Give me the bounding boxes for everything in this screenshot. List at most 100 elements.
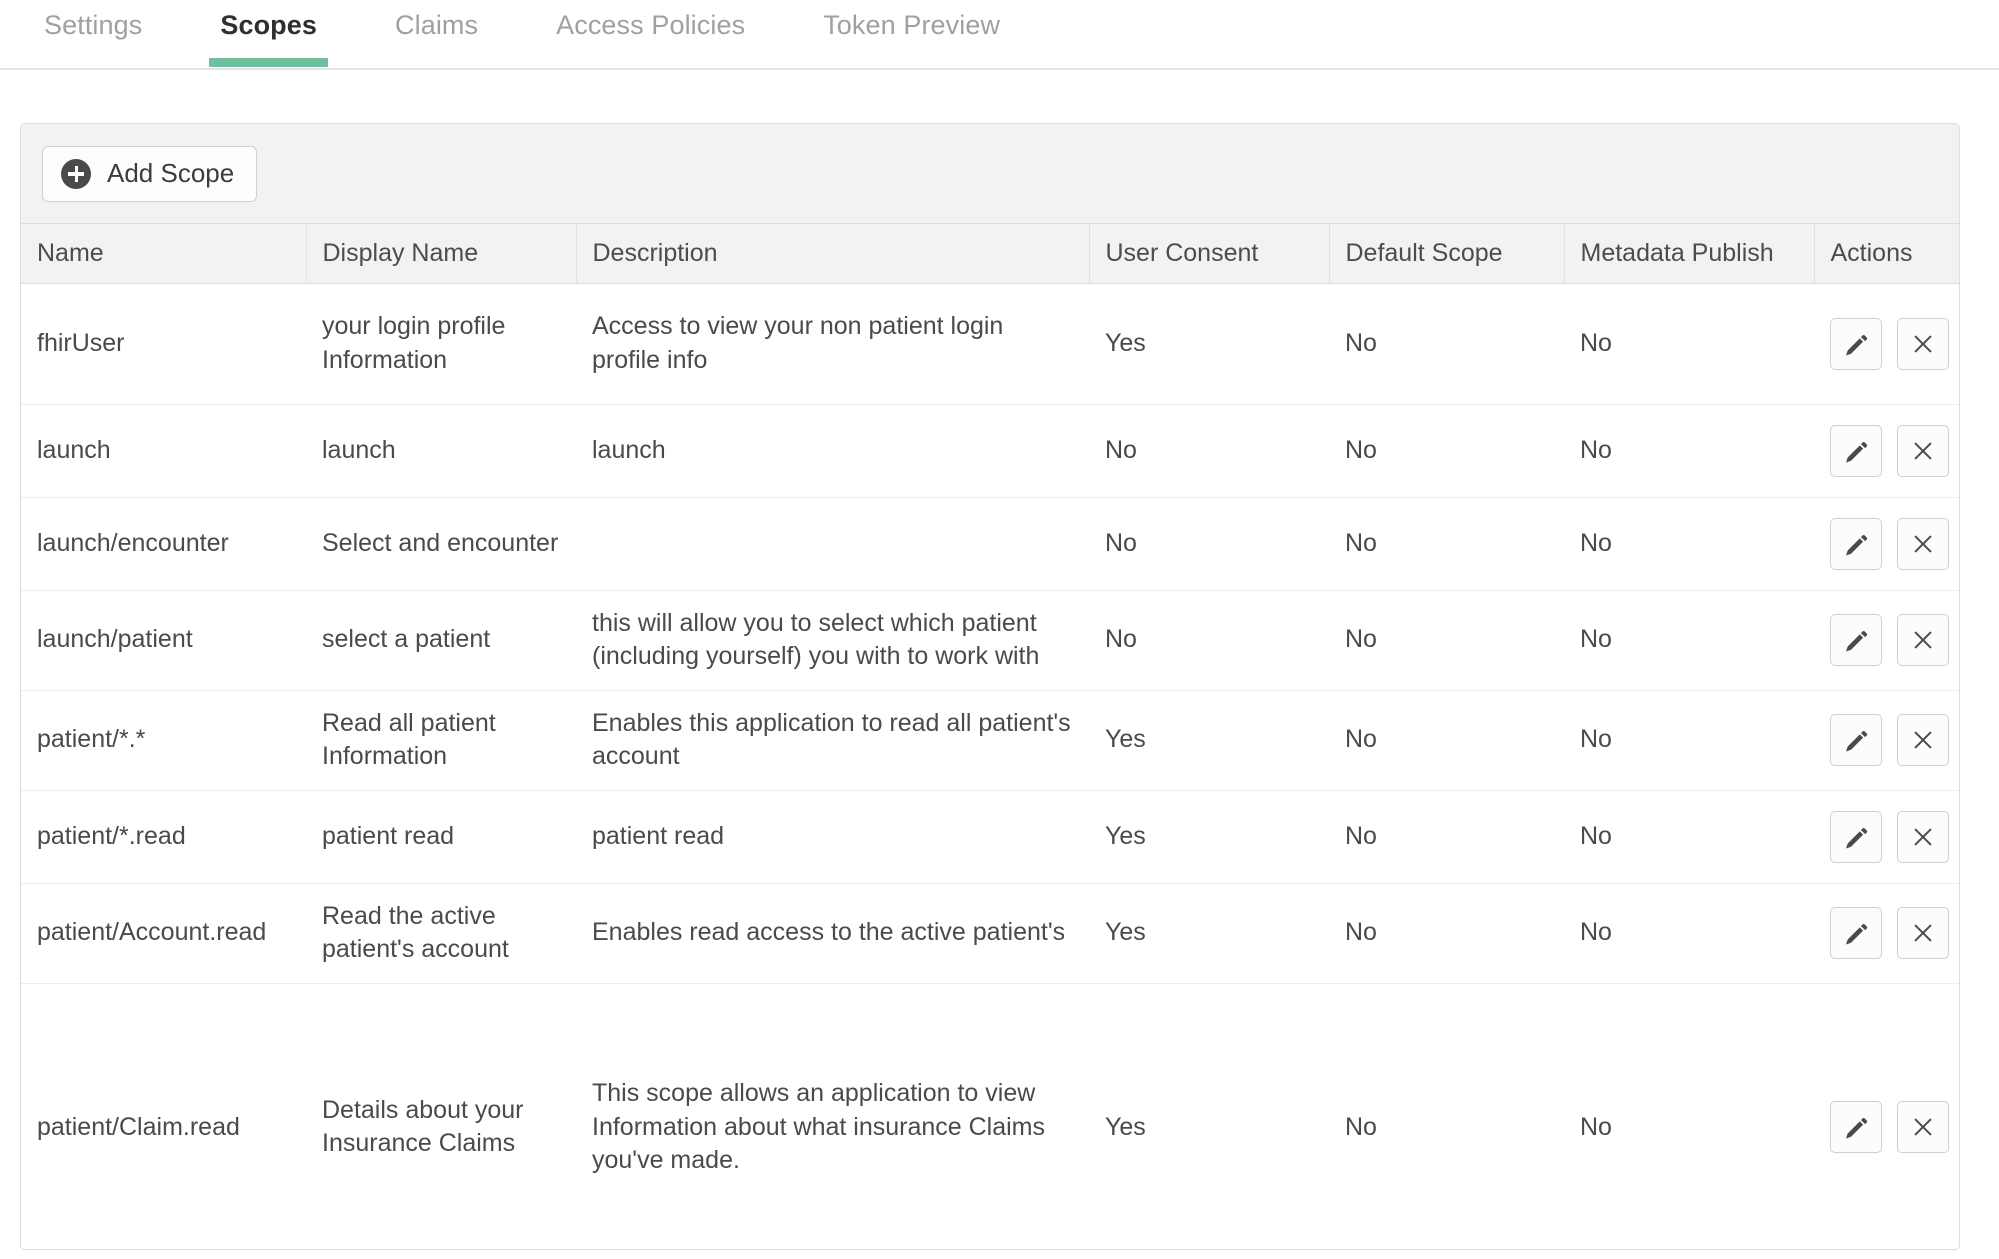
delete-scope-button[interactable]	[1897, 714, 1949, 766]
cell-metadata-publish: No	[1564, 404, 1814, 498]
delete-scope-button[interactable]	[1897, 317, 1949, 370]
close-x-icon	[1910, 438, 1936, 464]
pencil-icon	[1843, 920, 1869, 946]
column-header-metadata-publish: Metadata Publish	[1564, 224, 1815, 284]
cell-description: launch	[576, 404, 1089, 498]
panel-bottom-edge	[21, 1248, 1959, 1249]
cell-actions	[1814, 590, 1959, 691]
pencil-icon	[1843, 438, 1869, 464]
tab-scopes[interactable]: Scopes	[209, 0, 329, 67]
cell-default-scope: No	[1329, 790, 1564, 884]
cell-metadata-publish: No	[1564, 283, 1814, 405]
cell-description: This scope allows an application to view…	[592, 1079, 1046, 1174]
cell-description	[576, 497, 1089, 591]
row-action-group	[1830, 317, 1949, 370]
delete-scope-button[interactable]	[1897, 424, 1949, 477]
cell-actions	[1814, 983, 1959, 1249]
cell-default-scope: No	[1329, 590, 1564, 691]
scopes-toolbar: Add Scope	[21, 124, 1959, 224]
edit-scope-button[interactable]	[1830, 517, 1882, 570]
tab-label: Scopes	[220, 10, 318, 40]
edit-scope-button[interactable]	[1830, 714, 1882, 766]
edit-scope-button[interactable]	[1830, 810, 1882, 863]
cell-metadata-publish: No	[1564, 497, 1814, 591]
tab-bar: Settings Scopes Claims Access Policies T…	[0, 0, 1999, 70]
table-header: Name Display Name Description User Conse…	[21, 224, 1959, 284]
row-action-group	[1830, 517, 1949, 570]
edit-scope-button[interactable]	[1830, 424, 1882, 477]
cell-user-consent: Yes	[1089, 283, 1329, 405]
cell-metadata-publish: No	[1564, 590, 1814, 691]
pencil-icon	[1843, 627, 1869, 653]
cell-actions	[1814, 883, 1959, 984]
cell-description: this will allow you to select which pati…	[576, 590, 1089, 691]
cell-user-consent: Yes	[1089, 883, 1329, 984]
cell-metadata-publish: No	[1564, 790, 1814, 884]
edit-scope-button[interactable]	[1830, 907, 1882, 959]
table-row: launch/patient select a patient this wil…	[21, 590, 1959, 691]
row-action-group	[1830, 424, 1949, 477]
cell-display-name: launch	[306, 404, 576, 498]
add-scope-button[interactable]: Add Scope	[42, 145, 258, 202]
tab-token-preview[interactable]: Token Preview	[817, 0, 1006, 42]
row-action-group	[1830, 1101, 1949, 1154]
delete-scope-button[interactable]	[1897, 907, 1949, 959]
cell-user-consent: No	[1089, 590, 1329, 691]
cell-default-scope: No	[1329, 497, 1564, 591]
delete-scope-button[interactable]	[1897, 614, 1949, 666]
cell-name: patient/*.read	[21, 790, 306, 884]
close-x-icon	[1910, 1114, 1936, 1140]
tab-claims[interactable]: Claims	[389, 0, 484, 42]
cell-metadata-publish: No	[1580, 1112, 1612, 1141]
table-row: patient/Claim.read Details about your In…	[21, 983, 1959, 1249]
cell-description: patient read	[576, 790, 1089, 884]
edit-scope-button[interactable]	[1830, 317, 1882, 370]
cell-display-name: Details about your Insurance Claims	[322, 1095, 524, 1158]
pencil-icon	[1843, 531, 1869, 557]
close-x-icon	[1910, 531, 1936, 557]
cell-default-scope: No	[1329, 690, 1564, 791]
tab-access-policies[interactable]: Access Policies	[550, 0, 751, 42]
tab-settings[interactable]: Settings	[38, 0, 148, 42]
delete-scope-button[interactable]	[1897, 517, 1949, 570]
row-action-group	[1830, 614, 1949, 666]
tab-label: Token Preview	[823, 10, 1001, 40]
column-header-actions: Actions	[1814, 224, 1959, 284]
table-row: patient/*.read patient read patient read…	[21, 790, 1959, 884]
table-body: fhirUser your login profile Information …	[21, 283, 1959, 1249]
column-header-display-name: Display Name	[306, 224, 577, 284]
cell-description: Enables read access to the active patien…	[576, 883, 1089, 984]
close-x-icon	[1910, 331, 1936, 357]
plus-circle-icon	[61, 158, 91, 189]
cell-actions	[1814, 790, 1959, 884]
edit-scope-button[interactable]	[1830, 1101, 1882, 1154]
table-row: launch/encounter Select and encounter No…	[21, 497, 1959, 591]
cell-display-name: patient read	[306, 790, 576, 884]
cell-display-name: Read all patient Information	[306, 690, 576, 791]
row-action-group	[1830, 714, 1949, 766]
tab-label: Claims	[395, 10, 479, 40]
table-row: patient/Account.read Read the active pat…	[21, 883, 1959, 984]
tab-label: Access Policies	[556, 10, 746, 40]
scopes-panel: Add Scope Name Display Name Description …	[20, 123, 1960, 1250]
scopes-table: Name Display Name Description User Conse…	[21, 224, 1959, 1249]
cell-name: launch	[21, 404, 306, 498]
tab-active-underline	[209, 58, 329, 67]
cell-metadata-publish: No	[1564, 883, 1814, 984]
delete-scope-button[interactable]	[1897, 1101, 1949, 1154]
delete-scope-button[interactable]	[1897, 810, 1949, 863]
cell-description: Access to view your non patient login pr…	[576, 283, 1089, 405]
cell-user-consent: No	[1089, 497, 1329, 591]
cell-default-scope: No	[1329, 283, 1564, 405]
edit-scope-button[interactable]	[1830, 614, 1882, 666]
table-row: patient/*.* Read all patient Information…	[21, 690, 1959, 791]
table-row: fhirUser your login profile Information …	[21, 283, 1959, 405]
cell-name: patient/Claim.read	[37, 1112, 240, 1141]
cell-display-name: Read the active patient's account	[306, 883, 576, 984]
table-header-row: Name Display Name Description User Conse…	[21, 224, 1959, 284]
cell-name: launch/patient	[21, 590, 306, 691]
cell-default-scope: No	[1329, 404, 1564, 498]
cell-user-consent: Yes	[1105, 1112, 1146, 1141]
cell-user-consent: Yes	[1089, 790, 1329, 884]
close-x-icon	[1910, 627, 1936, 653]
